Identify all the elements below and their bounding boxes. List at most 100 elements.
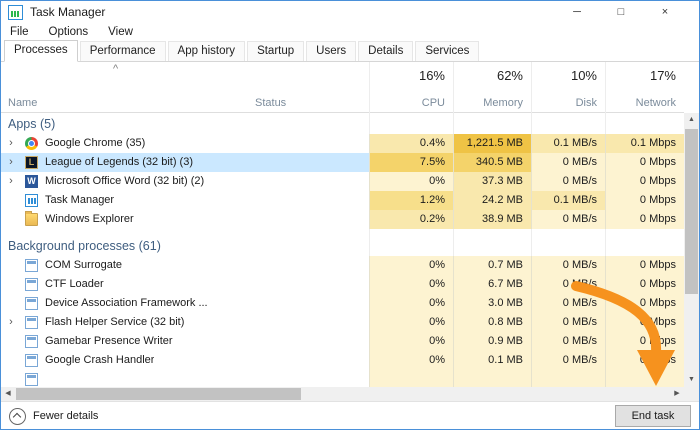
process-group-header[interactable]: Background processes (61) [1, 229, 684, 256]
scroll-left-icon[interactable]: ◀ [1, 387, 15, 401]
disk-cell: 0 MB/s [531, 172, 605, 191]
process-name-cell: ›Google Chrome (35) [1, 134, 251, 153]
status-cell [251, 210, 369, 229]
process-name-cell: ›LLeague of Legends (32 bit) (3) [1, 153, 251, 172]
tab-app-history[interactable]: App history [168, 41, 246, 61]
process-name: COM Surrogate [45, 256, 122, 275]
process-group-header[interactable]: Apps (5) [1, 113, 684, 134]
tab-performance[interactable]: Performance [80, 41, 166, 61]
process-row[interactable]: COM Surrogate0%0.7 MB0 MB/s0 Mbps [1, 256, 684, 275]
disk-column-label: Disk [576, 97, 597, 109]
menu-item-file[interactable]: File [10, 26, 29, 38]
process-name-cell: ›Flash Helper Service (32 bit) [1, 313, 251, 332]
vertical-scrollbar-thumb[interactable] [685, 129, 698, 294]
menu-item-view[interactable]: View [108, 26, 133, 38]
disk-cell: 0.1 MB/s [531, 191, 605, 210]
net-cell: 0 Mbps [605, 210, 684, 229]
close-button[interactable]: × [643, 1, 687, 23]
horizontal-scrollbar[interactable]: ◀ ▶ [1, 387, 684, 401]
fewer-details-label: Fewer details [33, 410, 98, 422]
window-icon [25, 316, 38, 329]
process-row[interactable]: Task Manager1.2%24.2 MB0.1 MB/s0 Mbps [1, 191, 684, 210]
net-cell: 0 Mbps [605, 256, 684, 275]
cpu-cell: 0% [369, 256, 453, 275]
fewer-details-toggle[interactable]: Fewer details [9, 408, 98, 425]
mem-cell: 0.9 MB [453, 332, 531, 351]
scroll-right-icon[interactable]: ▶ [670, 387, 684, 401]
network-total-percent: 17% [650, 68, 676, 83]
network-column-header[interactable]: 17% Network [605, 62, 684, 112]
minimize-button[interactable]: ─ [555, 1, 599, 23]
process-row[interactable]: Gamebar Presence Writer0%0.9 MB0 MB/s0 M… [1, 332, 684, 351]
menu-item-options[interactable]: Options [49, 26, 89, 38]
scroll-up-icon[interactable]: ▲ [684, 113, 699, 127]
window-icon [25, 373, 38, 386]
process-row[interactable]: ›LLeague of Legends (32 bit) (3)7.5%340.… [1, 153, 684, 172]
process-row[interactable]: ›Flash Helper Service (32 bit)0%0.8 MB0 … [1, 313, 684, 332]
league-icon: L [25, 156, 38, 169]
tab-services[interactable]: Services [415, 41, 479, 61]
name-column-header[interactable]: Name [8, 97, 37, 109]
status-cell [251, 332, 369, 351]
horizontal-scrollbar-thumb[interactable] [16, 388, 301, 400]
disk-cell: 0 MB/s [531, 275, 605, 294]
cpu-cell: 0% [369, 332, 453, 351]
process-name-cell: Gamebar Presence Writer [1, 332, 251, 351]
tab-processes[interactable]: Processes [4, 40, 78, 62]
net-cell: 0 Mbps [605, 313, 684, 332]
process-row[interactable]: Google Crash Handler0%0.1 MB0 MB/s0 Mbps [1, 351, 684, 370]
title-bar: Task Manager ─ □ × [1, 1, 699, 23]
process-row[interactable]: CTF Loader0%6.7 MB0 MB/s0 Mbps [1, 275, 684, 294]
process-row[interactable]: ›WMicrosoft Office Word (32 bit) (2)0%37… [1, 172, 684, 191]
explorer-icon [25, 213, 38, 226]
process-list: Apps (5)›Google Chrome (35)0.4%1,221.5 M… [1, 113, 684, 387]
net-cell: 0 Mbps [605, 191, 684, 210]
menu-bar: File Options View [1, 23, 699, 41]
cpu-cell [369, 370, 453, 387]
tab-details[interactable]: Details [358, 41, 413, 61]
status-cell [251, 294, 369, 313]
scroll-down-icon[interactable]: ▼ [684, 373, 699, 387]
disk-column-header[interactable]: 10% Disk [531, 62, 605, 112]
status-cell [251, 256, 369, 275]
word-icon: W [25, 175, 38, 188]
expand-chevron-icon[interactable]: › [3, 313, 19, 332]
net-cell [605, 370, 684, 387]
process-row[interactable] [1, 370, 684, 387]
taskmgr-icon [25, 194, 38, 207]
window-icon [25, 259, 38, 272]
mem-cell: 0.8 MB [453, 313, 531, 332]
status-bar: Fewer details End task [1, 401, 699, 430]
process-name-cell: ›WMicrosoft Office Word (32 bit) (2) [1, 172, 251, 191]
vertical-scrollbar[interactable]: ▲ ▼ [684, 113, 699, 387]
mem-cell: 6.7 MB [453, 275, 531, 294]
memory-column-label: Memory [483, 97, 523, 109]
expand-chevron-icon[interactable]: › [3, 172, 19, 191]
process-name-cell [1, 370, 251, 387]
status-cell [251, 172, 369, 191]
task-manager-app-icon [8, 5, 23, 20]
expand-chevron-icon[interactable]: › [3, 153, 19, 172]
memory-column-header[interactable]: 62% Memory [453, 62, 531, 112]
process-row[interactable]: Windows Explorer0.2%38.9 MB0 MB/s0 Mbps [1, 210, 684, 229]
disk-cell: 0 MB/s [531, 332, 605, 351]
column-header-row: ^ Name Status 16% CPU 62% Memory 10% Dis… [1, 62, 684, 113]
cpu-cell: 0.2% [369, 210, 453, 229]
process-name: Gamebar Presence Writer [45, 332, 173, 351]
task-manager-window: Task Manager ─ □ × File Options View Pro… [0, 0, 700, 430]
process-row[interactable]: ›Google Chrome (35)0.4%1,221.5 MB0.1 MB/… [1, 134, 684, 153]
process-row[interactable]: Device Association Framework ...0%3.0 MB… [1, 294, 684, 313]
net-cell: 0 Mbps [605, 275, 684, 294]
cpu-cell: 0.4% [369, 134, 453, 153]
cpu-cell: 0% [369, 275, 453, 294]
maximize-button[interactable]: □ [599, 1, 643, 23]
net-cell: 0 Mbps [605, 153, 684, 172]
expand-chevron-icon[interactable]: › [3, 134, 19, 153]
disk-cell: 0.1 MB/s [531, 134, 605, 153]
tab-users[interactable]: Users [306, 41, 356, 61]
disk-cell [531, 370, 605, 387]
end-task-button[interactable]: End task [615, 405, 691, 427]
tab-startup[interactable]: Startup [247, 41, 304, 61]
status-column-header[interactable]: Status [255, 97, 286, 109]
cpu-column-header[interactable]: 16% CPU [369, 62, 453, 112]
